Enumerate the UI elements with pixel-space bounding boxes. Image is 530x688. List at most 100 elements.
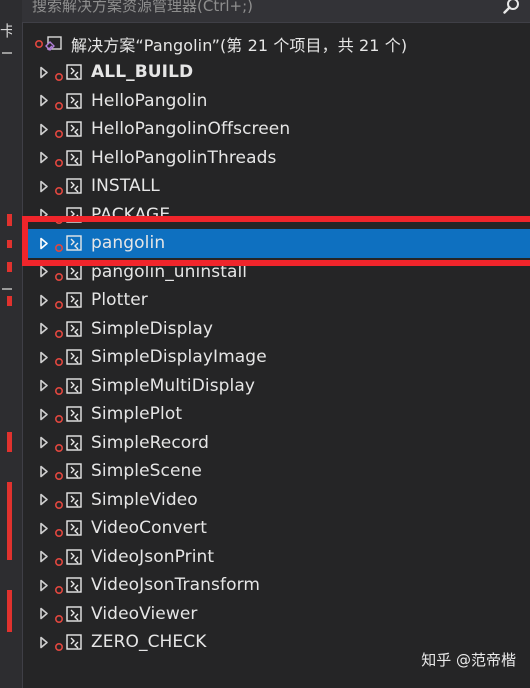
cpp-project-icon (65, 177, 83, 195)
project-node[interactable]: SimpleRecord (22, 429, 530, 458)
cpp-project-icon (65, 348, 83, 366)
project-node[interactable]: HelloPangolinOffscreen (22, 115, 530, 144)
state-dot-icon (54, 609, 64, 623)
project-label: HelloPangolinThreads (91, 147, 277, 168)
cpp-project-icon (65, 92, 83, 110)
expand-arrow-icon[interactable] (38, 208, 50, 222)
cpp-project-icon (65, 263, 83, 281)
project-node[interactable]: pangolin_uninstall (22, 258, 530, 287)
cpp-project-icon (65, 120, 83, 138)
state-dot-icon (54, 466, 64, 481)
expand-arrow-icon[interactable] (38, 236, 50, 250)
project-label: SimpleDisplayImage (91, 347, 267, 368)
state-dot-icon (54, 238, 64, 253)
expand-arrow-icon[interactable] (38, 493, 50, 507)
expand-arrow-icon[interactable] (38, 265, 50, 279)
project-label: PACKAGE (91, 204, 171, 225)
project-node[interactable]: VideoJsonTransform (22, 571, 530, 600)
gutter-error-mark (7, 482, 12, 560)
project-node[interactable]: SimpleMultiDisplay (22, 372, 530, 401)
cpp-project-icon (65, 149, 83, 167)
gutter-error-mark (7, 432, 12, 452)
project-label: VideoViewer (91, 603, 198, 624)
project-node[interactable]: SimpleScene (22, 457, 530, 486)
cpp-project-icon (65, 633, 83, 651)
expand-arrow-icon[interactable] (38, 635, 50, 649)
left-gutter: 卡 (0, 0, 23, 688)
cpp-project-icon (65, 576, 83, 594)
expand-arrow-icon[interactable] (38, 293, 50, 307)
state-dot-icon (34, 39, 44, 49)
project-node[interactable]: VideoConvert (22, 514, 530, 543)
solution-label: 解决方案“Pangolin”(第 21 个项目，共 21 个) (71, 36, 408, 55)
project-node[interactable]: HelloPangolinThreads (22, 144, 530, 173)
project-node[interactable]: SimpleDisplay (22, 315, 530, 344)
state-dot-icon (54, 210, 64, 224)
project-label: HelloPangolin (91, 90, 208, 111)
expand-arrow-icon[interactable] (38, 379, 50, 393)
project-node[interactable]: HelloPangolin (22, 87, 530, 116)
state-dot-icon (54, 381, 64, 395)
state-dot-icon (54, 409, 64, 424)
project-label: SimpleMultiDisplay (91, 375, 256, 396)
cpp-project-icon (65, 377, 83, 395)
search-icon[interactable] (502, 0, 522, 16)
project-label: HelloPangolinOffscreen (91, 119, 291, 140)
state-dot-icon (54, 181, 64, 196)
project-node[interactable]: pangolin (22, 229, 530, 258)
cpp-project-icon (65, 63, 83, 81)
project-label: SimpleDisplay (91, 318, 214, 339)
project-label: ALL_BUILD (91, 62, 194, 83)
project-label: pangolin_uninstall (91, 261, 248, 282)
state-dot-icon (54, 352, 64, 367)
expand-arrow-icon[interactable] (38, 122, 50, 136)
state-dot-icon (54, 637, 64, 652)
expand-arrow-icon[interactable] (38, 179, 50, 193)
project-node[interactable]: VideoJsonPrint (22, 543, 530, 572)
expand-arrow-icon[interactable] (38, 521, 50, 535)
cpp-project-icon (65, 206, 83, 224)
cpp-project-icon (65, 519, 83, 537)
expand-arrow-icon[interactable] (38, 407, 50, 421)
state-dot-icon (54, 523, 64, 538)
cpp-project-icon (65, 605, 83, 623)
gutter-glyph: 卡 (0, 22, 12, 40)
project-node[interactable]: SimpleVideo (22, 486, 530, 515)
search-input[interactable] (32, 0, 472, 17)
project-label: VideoConvert (91, 518, 208, 539)
state-dot-icon (54, 295, 64, 310)
project-label: Plotter (91, 290, 148, 311)
expand-arrow-icon[interactable] (38, 65, 50, 79)
project-label: SimplePlot (91, 404, 183, 425)
project-node[interactable]: SimpleDisplayImage (22, 343, 530, 372)
project-node[interactable]: VideoViewer (22, 600, 530, 629)
state-dot-icon (54, 267, 64, 281)
state-dot-icon (54, 580, 64, 595)
expand-arrow-icon[interactable] (38, 350, 50, 364)
state-dot-icon (54, 438, 64, 452)
state-dot-icon (54, 67, 64, 82)
expand-arrow-icon[interactable] (38, 550, 50, 564)
expand-arrow-icon[interactable] (38, 151, 50, 165)
expand-arrow-icon[interactable] (38, 607, 50, 621)
project-node[interactable]: Plotter (22, 286, 530, 315)
expand-arrow-icon[interactable] (38, 464, 50, 478)
expand-arrow-icon[interactable] (38, 578, 50, 592)
expand-arrow-icon[interactable] (38, 322, 50, 336)
project-node[interactable]: SimplePlot (22, 400, 530, 429)
expand-arrow-icon[interactable] (38, 94, 50, 108)
state-dot-icon (54, 153, 64, 167)
state-dot-icon (54, 96, 64, 110)
project-node[interactable]: INSTALL (22, 172, 530, 201)
state-dot-icon (54, 552, 64, 566)
project-node[interactable]: ALL_BUILD (22, 58, 530, 87)
project-label: VideoJsonTransform (91, 575, 261, 596)
project-label: SimpleScene (91, 461, 202, 482)
cpp-project-icon (65, 462, 83, 480)
solution-node[interactable]: 解决方案“Pangolin”(第 21 个项目，共 21 个) (22, 30, 530, 58)
project-node[interactable]: PACKAGE (22, 201, 530, 230)
solution-icon (45, 36, 62, 51)
project-label: INSTALL (91, 176, 160, 197)
gutter-error-mark (7, 240, 12, 248)
expand-arrow-icon[interactable] (38, 436, 50, 450)
